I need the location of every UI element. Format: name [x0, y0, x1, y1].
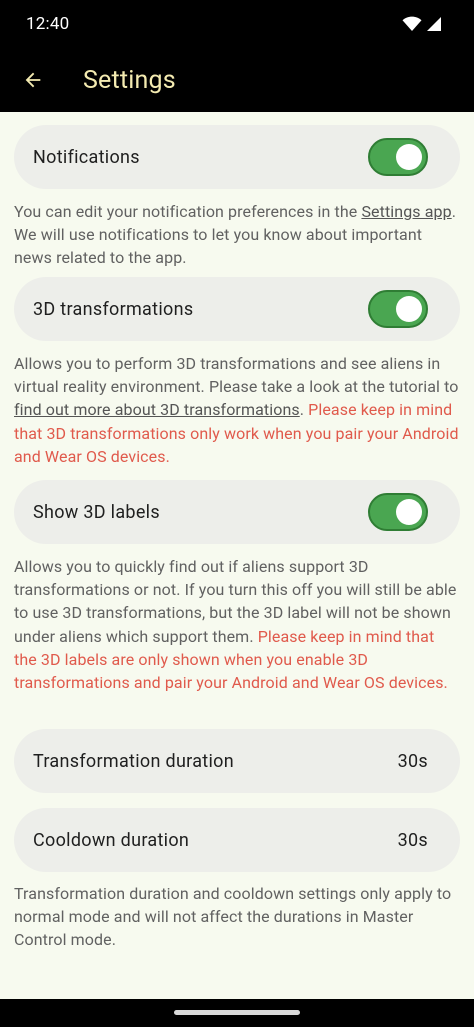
cooldown-duration-setting[interactable]: Cooldown duration 30s: [14, 808, 460, 872]
toggle-thumb: [396, 144, 422, 170]
page-title: Settings: [83, 65, 176, 95]
back-button[interactable]: [1, 48, 65, 112]
labels-setting[interactable]: Show 3D labels: [14, 480, 460, 544]
cooldown-duration-value: 30s: [397, 829, 428, 851]
toggle-thumb: [396, 296, 422, 322]
navigation-bar: [0, 999, 474, 1027]
status-time: 12:40: [26, 14, 70, 34]
wifi-icon: [402, 16, 422, 31]
transformation-duration-value: 30s: [397, 750, 428, 772]
arrow-back-icon: [25, 72, 41, 88]
toggle-thumb: [396, 499, 422, 525]
transformations-setting[interactable]: 3D transformations: [14, 277, 460, 341]
transformations-description: Allows you to perform 3D transformations…: [14, 352, 460, 468]
transformations-desc-text-end: .: [299, 400, 309, 420]
notifications-description: You can edit your notification preferenc…: [14, 200, 460, 270]
settings-app-link[interactable]: Settings app: [361, 202, 451, 221]
tutorial-link[interactable]: find out more about 3D transformations: [14, 400, 300, 419]
notifications-setting[interactable]: Notifications: [14, 125, 460, 189]
labels-toggle[interactable]: [368, 493, 428, 531]
transformations-desc-text: Allows you to perform 3D transformations…: [14, 354, 459, 397]
transformations-toggle[interactable]: [368, 290, 428, 328]
notifications-desc-text: You can edit your notification preferenc…: [14, 202, 362, 221]
transformation-duration-setting[interactable]: Transformation duration 30s: [14, 729, 460, 793]
labels-description: Allows you to quickly find out if aliens…: [14, 555, 460, 694]
status-bar: 12:40: [0, 0, 474, 48]
cellular-signal-icon: [427, 17, 441, 31]
transformation-duration-label: Transformation duration: [33, 750, 234, 772]
cooldown-duration-label: Cooldown duration: [33, 829, 190, 851]
notifications-label: Notifications: [33, 146, 140, 168]
status-icons: [402, 16, 442, 32]
labels-label: Show 3D labels: [33, 501, 160, 523]
gesture-handle[interactable]: [174, 1010, 300, 1015]
notifications-toggle[interactable]: [368, 138, 428, 176]
durations-description: Transformation duration and cooldown set…: [14, 884, 452, 950]
transformations-label: 3D transformations: [33, 298, 194, 320]
app-bar: Settings: [0, 48, 474, 112]
